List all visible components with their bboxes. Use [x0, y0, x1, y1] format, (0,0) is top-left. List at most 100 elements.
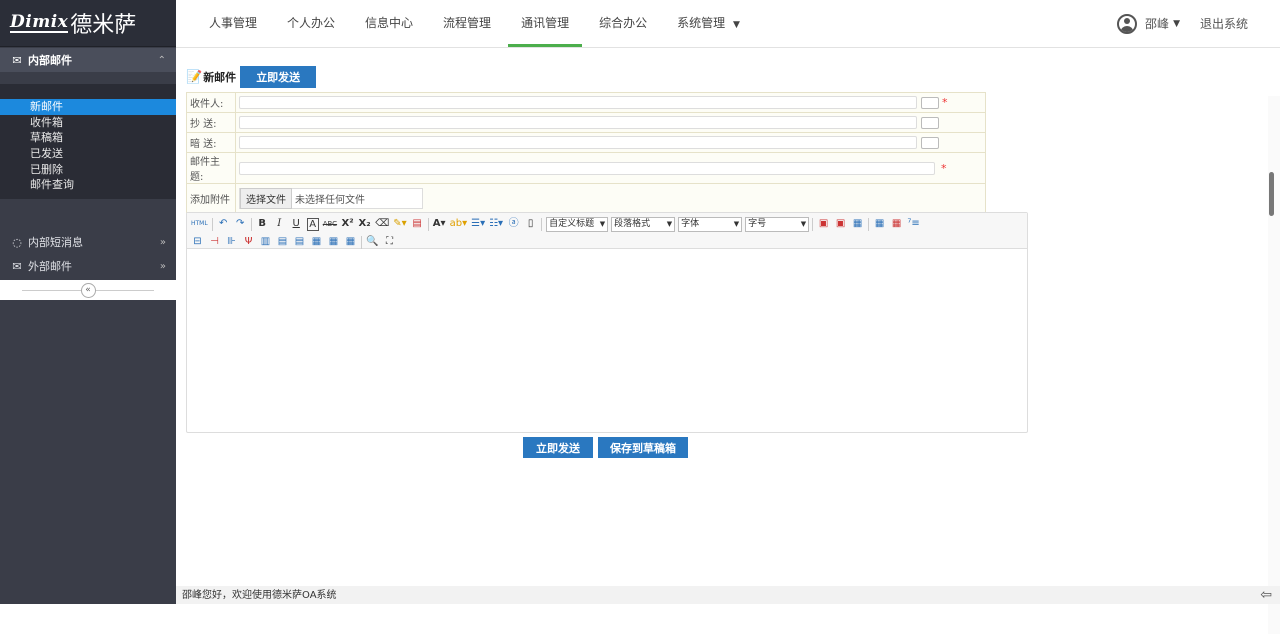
eraser-icon[interactable]: ⌫ — [375, 217, 389, 231]
tab-hr[interactable]: 人事管理 — [196, 0, 270, 47]
strikethrough-icon[interactable]: ABC — [323, 217, 337, 231]
html-source-button[interactable]: HTML — [191, 217, 208, 231]
sidebar-item-new-mail[interactable]: 新邮件 — [0, 99, 176, 115]
subject-label: 邮件主题: — [186, 152, 236, 184]
main-content: 📝 新邮件 立即发送 收件人: * 抄 送: 暗 送: 邮件主题: * 添加附件… — [176, 48, 1280, 634]
tab-info-center[interactable]: 信息中心 — [352, 0, 426, 47]
tab-workflow[interactable]: 流程管理 — [430, 0, 504, 47]
tab-communication[interactable]: 通讯管理 — [508, 0, 583, 47]
bold-icon[interactable]: B — [256, 217, 269, 231]
sidebar-item-drafts[interactable]: 草稿箱 — [0, 130, 176, 146]
save-draft-button[interactable]: 保存到草稿箱 — [598, 437, 688, 458]
page-icon[interactable]: ▯ — [524, 217, 537, 231]
merge-cells-icon[interactable]: ▥ — [259, 235, 272, 249]
insert-column-icon[interactable]: ⊪ — [225, 235, 238, 249]
choose-file-button[interactable]: 选择文件 — [240, 187, 292, 209]
collapse-sidebar-button[interactable]: « — [80, 282, 96, 298]
format-brush-icon[interactable]: ✎▾ — [393, 217, 406, 231]
insert-word-icon[interactable]: ▦ — [851, 217, 864, 231]
split-rows-icon[interactable]: ▦ — [327, 235, 340, 249]
logout-link[interactable]: 退出系统 — [1200, 15, 1248, 32]
file-input[interactable]: 选择文件 未选择任何文件 — [239, 187, 423, 209]
insert-table-icon[interactable]: ▦ — [873, 217, 886, 231]
send-now-button[interactable]: 立即发送 — [523, 437, 593, 458]
required-mark: * — [942, 96, 948, 109]
subject-row: 邮件主题: * — [186, 152, 986, 184]
font-size-select[interactable]: 字号 ▼ — [745, 216, 810, 232]
paragraph-select[interactable]: 段落格式 ▼ — [611, 216, 676, 232]
divider — [812, 217, 814, 231]
heading-select[interactable]: 自定义标题 ▼ — [546, 216, 609, 232]
highlight-icon[interactable]: ab▾ — [450, 217, 468, 231]
sidebar-section-internal-sms[interactable]: ◌ 内部短消息 » — [0, 230, 176, 254]
caret-down-icon[interactable]: ▼ — [1173, 19, 1180, 29]
tab-system-admin[interactable]: 系统管理 ▼ — [664, 0, 753, 47]
insert-row-icon[interactable]: ⊟ — [191, 235, 204, 249]
split-cols-icon[interactable]: ▦ — [344, 235, 357, 249]
logo-latin: Dimix — [10, 12, 69, 33]
avatar[interactable] — [1117, 13, 1138, 34]
to-field[interactable] — [239, 96, 917, 109]
bcc-row: 暗 送: — [186, 132, 986, 153]
logo: Dimix 德米萨 — [0, 0, 176, 47]
back-arrow-icon[interactable]: ⇦ — [1260, 586, 1272, 604]
user-name[interactable]: 邵峰 — [1145, 15, 1169, 32]
subject-field[interactable] — [239, 161, 935, 175]
cc-field[interactable] — [239, 116, 917, 129]
file-status: 未选择任何文件 — [295, 194, 365, 206]
superscript-icon[interactable]: X² — [341, 217, 354, 231]
logo-cn: 德米萨 — [70, 13, 137, 38]
find-replace-icon[interactable]: ⛶ — [383, 235, 396, 249]
insert-emotion-icon[interactable]: ▣ — [834, 217, 847, 231]
merge-down-icon[interactable]: ▤ — [293, 235, 306, 249]
text-frame-icon[interactable]: A — [306, 217, 319, 231]
tab-personal-office[interactable]: 个人办公 — [274, 0, 348, 47]
sidebar-item-deleted[interactable]: 已删除 — [0, 162, 176, 178]
delete-table-icon[interactable]: ▦ — [890, 217, 903, 231]
redo-icon[interactable]: ↷ — [234, 217, 247, 231]
undo-icon[interactable]: ↶ — [217, 217, 230, 231]
italic-icon[interactable]: I — [273, 217, 286, 231]
sidebar-item-inbox[interactable]: 收件箱 — [0, 115, 176, 131]
ordered-list-icon[interactable]: ☰▾ — [471, 217, 485, 231]
split-cells-icon[interactable]: ▦ — [310, 235, 323, 249]
font-color-icon[interactable]: A▾ — [433, 217, 446, 231]
underline-icon[interactable]: U — [290, 217, 303, 231]
divider — [211, 217, 213, 231]
scrollbar-thumb[interactable] — [1269, 172, 1274, 216]
search-icon[interactable]: 🔍 — [366, 235, 379, 249]
font-family-select[interactable]: 字体 ▼ — [678, 216, 743, 232]
chevron-down-icon: ▼ — [666, 219, 673, 228]
paste-icon[interactable]: ▤ — [411, 217, 424, 231]
address-book-button[interactable] — [921, 96, 939, 109]
tab-label: 系统管理 — [677, 16, 726, 30]
divider — [868, 217, 870, 231]
merge-right-icon[interactable]: ▤ — [276, 235, 289, 249]
sidebar-section-internal-mail[interactable]: ✉ 内部邮件 ⌃ — [0, 48, 176, 72]
direction-icon[interactable]: ⓐ — [507, 217, 520, 231]
delete-row-icon[interactable]: ⊣ — [208, 235, 221, 249]
cc-label: 抄 送: — [186, 112, 236, 133]
edit-icon: 📝 — [186, 69, 203, 85]
bcc-field[interactable] — [239, 136, 917, 149]
insert-image-icon[interactable]: ▣ — [817, 217, 830, 231]
chevron-up-icon: ⌃ — [157, 54, 166, 66]
tab-general-office[interactable]: 综合办公 — [586, 0, 660, 47]
editor-body[interactable] — [187, 249, 1027, 431]
sidebar-item-mail-search[interactable]: 邮件查询 — [0, 177, 176, 193]
chevron-down-icon: ▼ — [800, 219, 807, 228]
select-label: 自定义标题 — [549, 218, 595, 229]
sidebar-section-external-mail[interactable]: ✉ 外部邮件 » — [0, 254, 176, 278]
unordered-list-icon[interactable]: ☷▾ — [489, 217, 503, 231]
table-caption-icon[interactable]: ⁷≡ — [907, 217, 920, 231]
rich-text-editor: HTML ↶ ↷ B I U A ABC X² X₂ ⌫ ✎▾ ▤ A▾ ab▾… — [186, 212, 1028, 433]
send-button[interactable]: 立即发送 — [240, 66, 317, 88]
required-mark: * — [941, 161, 947, 175]
top-nav: 人事管理 个人办公 信息中心 流程管理 通讯管理 综合办公 系统管理 ▼ — [196, 0, 757, 47]
address-book-button[interactable] — [921, 136, 939, 149]
delete-column-icon[interactable]: Ψ — [242, 235, 255, 249]
subscript-icon[interactable]: X₂ — [358, 217, 371, 231]
address-book-button[interactable] — [921, 116, 939, 129]
sidebar-item-sent[interactable]: 已发送 — [0, 146, 176, 162]
divider — [427, 217, 429, 231]
